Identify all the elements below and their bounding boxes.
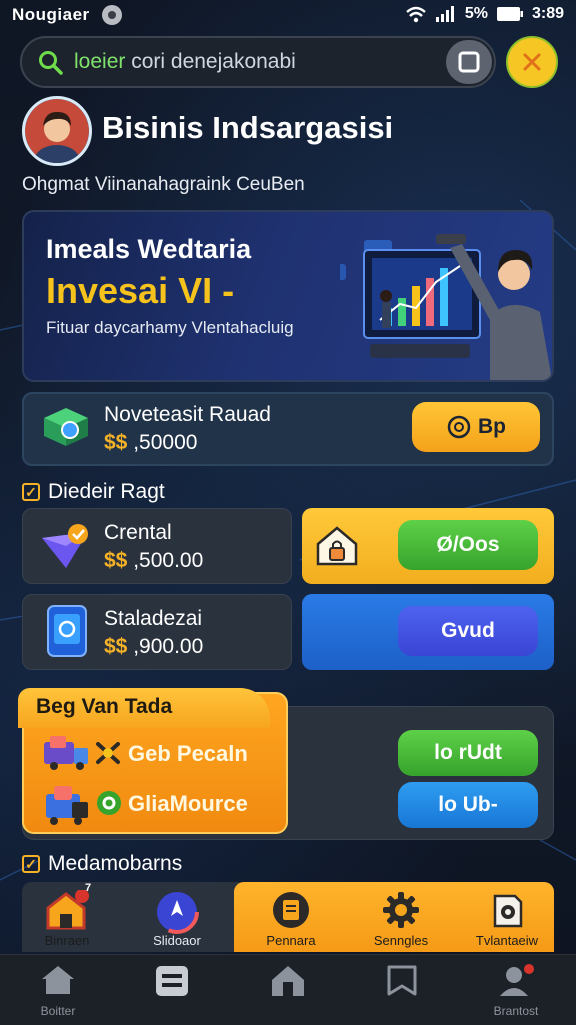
feature-label-settings: Senngles — [373, 933, 429, 948]
shopping-cart-icon — [46, 786, 88, 825]
store-icon — [272, 966, 304, 996]
product-2-value: ,900.00 — [133, 635, 204, 658]
coin-icon — [447, 415, 471, 439]
hero-description: Fituar daycarhamy Vlentahacluig — [46, 318, 294, 337]
investment-name: Noveteasit Rauad — [104, 403, 271, 426]
checkbox-icon: ✓ — [22, 855, 40, 873]
notification-badge: 7 — [85, 882, 92, 894]
invest-action-button[interactable]: Bp — [412, 402, 540, 452]
nav-label-home: Boitter — [40, 1004, 76, 1018]
feature-item-camera[interactable]: Tvlantaeiw — [464, 882, 550, 952]
feature-item-slider[interactable]: Slidoaor — [134, 882, 220, 952]
green-badge-icon — [97, 791, 121, 815]
product-1-amount: $$ ,500.00 — [104, 549, 203, 573]
product-2-name: Staladezai — [104, 607, 203, 630]
offer-item-1-button[interactable]: lo rUdt — [398, 730, 538, 776]
search-query: cori denejakonabi — [131, 50, 296, 73]
feature-item-settings[interactable]: Senngles — [358, 882, 444, 952]
feature-label-camera: Tvlantaeiw — [475, 933, 539, 948]
stop-button[interactable] — [446, 40, 492, 84]
page-subtitle: Ohgmat Viinanahagraink CeuBen — [22, 174, 305, 195]
nav-item-home[interactable]: Boitter — [8, 958, 108, 1020]
nav-item-store[interactable] — [238, 958, 338, 1020]
user-avatar-icon — [25, 99, 89, 163]
home-icon — [46, 890, 89, 930]
device-icon — [47, 605, 87, 657]
search-icon — [39, 51, 63, 75]
home-icon — [42, 966, 74, 994]
feature-item-pennara[interactable]: Pennara — [248, 882, 334, 952]
close-icon — [523, 53, 541, 71]
nav-item-menu[interactable] — [122, 958, 222, 1020]
nav-label-profile: Brantost — [493, 1004, 539, 1018]
offer-item-1-label: Geb Pecaln — [128, 741, 248, 766]
product-1-name: Crental — [104, 521, 172, 544]
product-2-amount: $$ ,900.00 — [104, 635, 203, 659]
close-button[interactable] — [506, 36, 558, 88]
search-input[interactable]: loeier cori denejakonabi — [74, 50, 296, 74]
product-1-action-button[interactable]: Ø/Oos — [398, 520, 538, 570]
feature-label-pennara: Pennara — [266, 933, 316, 948]
profile-icon — [500, 964, 534, 996]
invest-action-label: Bp — [478, 415, 506, 438]
camera-icon — [493, 894, 523, 928]
square-icon — [458, 51, 480, 73]
product-1-currency: $$ — [104, 549, 128, 572]
offer-title: Beg Van Tada — [36, 695, 173, 718]
checkbox-icon: ✓ — [22, 483, 40, 501]
avatar[interactable] — [22, 96, 92, 166]
currency-symbol: $$ — [104, 431, 128, 454]
clock: 3:89 — [531, 5, 564, 22]
feature-label-home: Binraen — [44, 933, 90, 948]
product-1-value: ,500.00 — [133, 549, 204, 572]
bookmark-icon — [387, 965, 417, 996]
feature-label-slider: Slidoaor — [153, 933, 201, 948]
product-2-currency: $$ — [104, 635, 128, 658]
hero-banner[interactable]: Imeals Wedtaria Invesai VI - Fituar dayc… — [22, 210, 554, 382]
search-query-prefix: loeier — [74, 50, 126, 73]
offer-item-1-button-label: lo rUdt — [434, 741, 502, 764]
section-1-label: Diedeir Ragt — [48, 480, 165, 503]
wifi-icon — [406, 6, 426, 23]
nav-item-bookmark[interactable] — [352, 958, 452, 1020]
compass-icon — [155, 890, 199, 934]
page-title: Bisinis Indsargasisi — [102, 110, 394, 145]
carrier-label: Nougiaer — [12, 5, 90, 24]
investment-amount: $$ ,50000 — [104, 431, 197, 455]
section-header-1: ✓ Diedeir Ragt — [22, 480, 165, 504]
cross-tools-icon — [96, 742, 120, 764]
gem-icon — [42, 524, 88, 568]
app-indicator-icon — [102, 5, 122, 25]
home-lock-icon — [316, 526, 358, 566]
package-icon — [44, 408, 88, 446]
product-2-action-button[interactable]: Gvud — [398, 606, 538, 656]
amount-value: ,50000 — [133, 431, 198, 454]
section-2-label: Medamobarns — [48, 852, 183, 875]
truck-icon — [44, 736, 88, 770]
investor-illustration-icon — [340, 234, 552, 380]
signal-icon — [435, 6, 454, 22]
nav-item-profile[interactable]: Brantost — [466, 958, 566, 1020]
product-1-action-label: Ø/Oos — [436, 533, 500, 556]
feature-item-home[interactable]: 7 Binraen — [24, 882, 110, 952]
battery-icon — [496, 7, 523, 21]
gear-icon — [383, 892, 419, 928]
clipboard-icon — [273, 892, 309, 928]
offer-item-2-button[interactable]: lo Ub- — [398, 782, 538, 828]
status-bar: Nougiaer 5% 3:89 — [0, 0, 576, 30]
hero-headline: Invesai VI - — [46, 270, 235, 311]
offer-item-2-button-label: lo Ub- — [438, 793, 498, 816]
menu-icon — [156, 966, 188, 996]
offer-item-2-label: GliaMource — [128, 791, 248, 816]
hero-title: Imeals Wedtaria — [46, 234, 252, 264]
battery-percent: 5% — [464, 5, 488, 22]
section-header-2: ✓ Medamobarns — [22, 852, 182, 876]
product-2-action-label: Gvud — [441, 619, 495, 642]
